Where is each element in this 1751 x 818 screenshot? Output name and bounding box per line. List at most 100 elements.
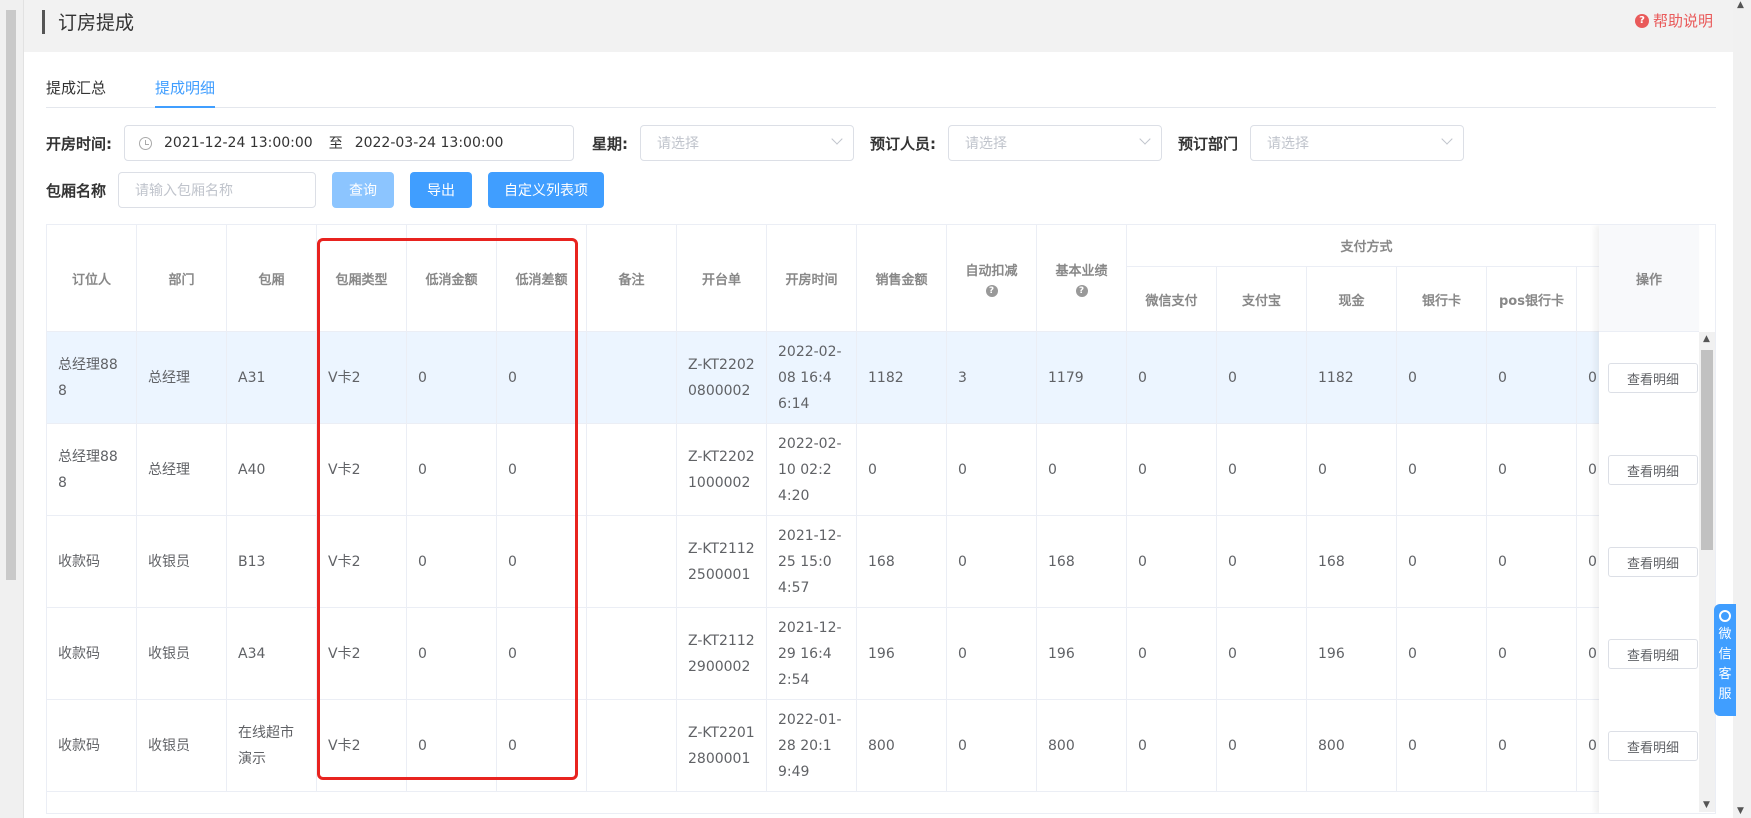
cell-note — [587, 516, 677, 608]
cell-open-time: 2021-12-25 15:04:57 — [767, 516, 857, 608]
question-icon[interactable]: ? — [985, 284, 998, 297]
help-link[interactable]: ? 帮助说明 — [1634, 10, 1713, 31]
col-dept: 部门 — [137, 225, 227, 332]
cell-open-time: 2022-02-10 02:24:20 — [767, 424, 857, 516]
col-base-perf-label: 基本业绩 — [1055, 263, 1108, 279]
cell-bank-card: 0 — [1397, 608, 1487, 700]
weekday-label: 星期: — [592, 134, 628, 153]
cell-min-amount: 0 — [407, 516, 497, 608]
view-detail-button[interactable]: 查看明细 — [1608, 363, 1698, 393]
cell-ticket: Z-KT22021000002 — [677, 424, 767, 516]
cell-alipay: 0 — [1217, 608, 1307, 700]
table-row[interactable]: 收款码 收银员 在线超市演示 V卡2 0 0 Z-KT22012800001 2022-01-… — [47, 700, 1607, 792]
tab-commission-detail[interactable]: 提成明细 — [155, 74, 216, 108]
cell-booker: 总经理888 — [47, 332, 137, 424]
cell-min-diff: 0 — [497, 608, 587, 700]
cell-open-time: 2022-01-28 20:19:49 — [767, 700, 857, 792]
service-char: 微 — [1718, 627, 1732, 642]
chevron-down-icon — [1441, 133, 1453, 145]
page-title: 订房提成 — [58, 12, 135, 34]
cell-min-amount: 0 — [407, 608, 497, 700]
cell-min-diff: 0 — [497, 332, 587, 424]
col-auto-deduct-label: 自动扣减 — [965, 263, 1018, 279]
cell-open-time: 2022-02-08 16:46:14 — [767, 332, 857, 424]
chevron-down-icon — [1139, 133, 1151, 145]
col-wechat: 微信支付 — [1127, 267, 1217, 332]
cell-ticket: Z-KT22012800001 — [677, 700, 767, 792]
cell-cash: 0 — [1307, 424, 1397, 516]
tab-commission-summary[interactable]: 提成汇总 — [46, 74, 106, 108]
cell-pos-card: 0 — [1487, 424, 1577, 516]
cell-sales: 196 — [857, 608, 947, 700]
scroll-down-icon[interactable]: ▼ — [1703, 800, 1710, 810]
table-row[interactable]: 收款码 收银员 A34 V卡2 0 0 Z-KT21122900002 2021-12-29 … — [47, 608, 1607, 700]
cell-alipay: 0 — [1217, 332, 1307, 424]
weekday-select[interactable]: 请选择 — [640, 125, 854, 161]
cell-alipay: 0 — [1217, 516, 1307, 608]
table-row[interactable]: 总经理888 总经理 A31 V卡2 0 0 Z-KT22020800002 2022-02-… — [47, 332, 1607, 424]
weekday-placeholder: 请选择 — [657, 136, 699, 152]
table-vertical-scrollbar[interactable]: ▲ ▼ — [1699, 332, 1715, 812]
clock-icon — [139, 136, 152, 150]
question-icon[interactable]: ? — [1075, 284, 1088, 297]
cell-dept: 总经理 — [137, 424, 227, 516]
view-detail-button[interactable]: 查看明细 — [1608, 639, 1698, 669]
help-label: 帮助说明 — [1652, 12, 1713, 30]
scroll-down-icon[interactable]: ▼ — [1737, 806, 1744, 816]
table-row[interactable]: 收款码 收银员 B13 V卡2 0 0 Z-KT21122500001 2021-12-25 … — [47, 516, 1607, 608]
scroll-up-icon[interactable]: ▲ — [1737, 0, 1744, 10]
cell-ticket: Z-KT21122900002 — [677, 608, 767, 700]
col-bank-card: 银行卡 — [1397, 267, 1487, 332]
vertical-scroll-thumb[interactable] — [1701, 350, 1713, 550]
window-left-scroll-thumb[interactable] — [6, 10, 16, 580]
query-button[interactable]: 查询 — [332, 172, 395, 208]
room-name-input[interactable]: 请输入包厢名称 — [118, 172, 317, 208]
cell-room: 在线超市演示 — [227, 700, 317, 792]
dept-label: 预订部门 — [1178, 134, 1239, 153]
cell-auto-deduct: 3 — [947, 332, 1037, 424]
custom-columns-button[interactable]: 自定义列表项 — [488, 172, 605, 208]
date-start[interactable]: 2021-12-24 13:00:00 — [164, 135, 313, 151]
booker-placeholder: 请选择 — [965, 136, 1007, 152]
cell-booker: 收款码 — [47, 516, 137, 608]
cell-room-type: V卡2 — [317, 700, 407, 792]
col-pos-card: pos银行卡 — [1487, 267, 1577, 332]
col-ticket: 开台单 — [677, 225, 767, 332]
export-button[interactable]: 导出 — [410, 172, 473, 208]
col-room: 包厢 — [227, 225, 317, 332]
cell-pos-card: 0 — [1487, 516, 1577, 608]
title-accent-bar — [42, 10, 45, 34]
cell-cash: 168 — [1307, 516, 1397, 608]
cell-wechat: 0 — [1127, 332, 1217, 424]
dept-placeholder: 请选择 — [1267, 136, 1310, 152]
cell-base-perf: 196 — [1037, 608, 1127, 700]
cell-note — [587, 332, 677, 424]
wechat-service-widget[interactable]: 微 信 客 服 — [1714, 604, 1736, 716]
booker-select[interactable]: 请选择 — [948, 125, 1162, 161]
cell-ticket: Z-KT21122500001 — [677, 516, 767, 608]
cell-base-perf: 0 — [1037, 424, 1127, 516]
view-detail-button[interactable]: 查看明细 — [1608, 455, 1698, 485]
cell-booker: 收款码 — [47, 608, 137, 700]
cell-sales: 800 — [857, 700, 947, 792]
cell-dept: 总经理 — [137, 332, 227, 424]
cell-min-amount: 0 — [407, 700, 497, 792]
service-char: 客 — [1718, 667, 1732, 682]
date-end[interactable]: 2022-03-24 13:00:00 — [355, 135, 504, 151]
operation-column: 操作 查看明细 查看明细 查看明细 查看明细 查看明细 — [1599, 225, 1699, 813]
col-open-time: 开房时间 — [767, 225, 857, 332]
cell-pos-card: 0 — [1487, 332, 1577, 424]
date-range-picker[interactable]: 2021-12-24 13:00:00 至 2022-03-24 13:00:0… — [124, 125, 574, 161]
view-detail-button[interactable]: 查看明细 — [1608, 731, 1698, 761]
cell-room: A34 — [227, 608, 317, 700]
window-left-scrollbar[interactable] — [0, 0, 24, 818]
cell-wechat: 0 — [1127, 608, 1217, 700]
dept-select[interactable]: 请选择 — [1250, 125, 1465, 161]
room-name-label: 包厢名称 — [46, 181, 107, 200]
service-char: 信 — [1718, 647, 1732, 662]
cell-room: A40 — [227, 424, 317, 516]
view-detail-button[interactable]: 查看明细 — [1608, 547, 1698, 577]
page-header: 订房提成 ? 帮助说明 — [24, 0, 1733, 52]
table-row[interactable]: 总经理888 总经理 A40 V卡2 0 0 Z-KT22021000002 2022-02-… — [47, 424, 1607, 516]
scroll-up-icon[interactable]: ▲ — [1703, 334, 1710, 344]
